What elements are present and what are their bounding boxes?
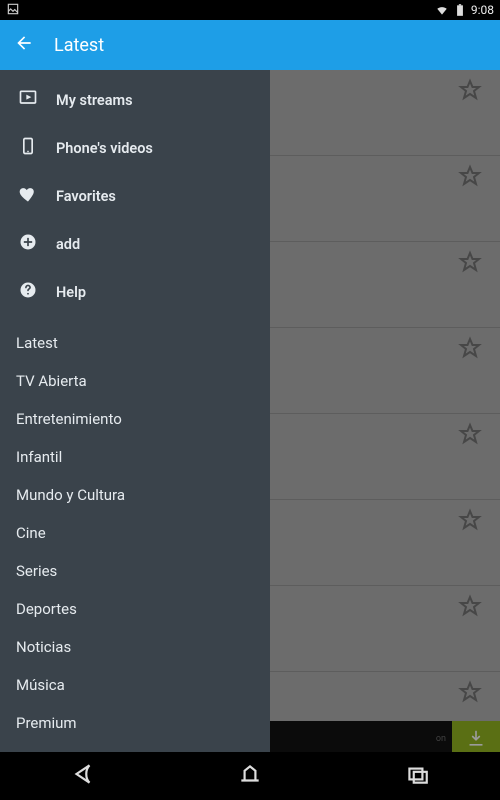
battery-icon [453, 3, 467, 17]
image-icon [6, 2, 20, 16]
category-premium[interactable]: Premium [0, 704, 270, 742]
drawer-item-add[interactable]: add [0, 220, 270, 268]
phone-icon [18, 136, 38, 160]
category-deportes[interactable]: Deportes [0, 590, 270, 628]
category-latest[interactable]: Latest [0, 324, 270, 362]
page-title: Latest [54, 35, 104, 56]
drawer-item-label: My streams [56, 92, 133, 109]
back-nav-icon[interactable] [70, 761, 96, 791]
play-monitor-icon [18, 88, 38, 112]
navigation-drawer: My streams Phone's videos Favorites add Help… [0, 70, 270, 752]
back-icon[interactable] [14, 33, 34, 57]
category-series[interactable]: Series [0, 552, 270, 590]
category-noticias[interactable]: Noticias [0, 628, 270, 666]
drawer-item-label: add [56, 236, 80, 253]
category-cine[interactable]: Cine [0, 514, 270, 552]
drawer-item-phone-s-videos[interactable]: Phone's videos [0, 124, 270, 172]
category-entretenimiento[interactable]: Entretenimiento [0, 400, 270, 438]
category-tv-abierta[interactable]: TV Abierta [0, 362, 270, 400]
heart-icon [18, 184, 38, 208]
drawer-item-label: Phone's videos [56, 140, 153, 157]
drawer-item-label: Help [56, 284, 86, 301]
category-m-sica[interactable]: Música [0, 666, 270, 704]
home-nav-icon[interactable] [237, 761, 263, 791]
plus-circle-icon [18, 232, 38, 256]
status-left [6, 2, 20, 19]
help-icon [18, 280, 38, 304]
drawer-item-my-streams[interactable]: My streams [0, 76, 270, 124]
clock: 9:08 [471, 3, 494, 17]
status-right: 9:08 [435, 3, 494, 17]
drawer-item-help[interactable]: Help [0, 268, 270, 316]
category-infantil[interactable]: Infantil [0, 438, 270, 476]
recent-nav-icon[interactable] [404, 761, 430, 791]
wifi-icon [435, 3, 449, 17]
status-bar: 9:08 [0, 0, 500, 20]
drawer-item-label: Favorites [56, 188, 116, 205]
category-mundo-y-cultura[interactable]: Mundo y Cultura [0, 476, 270, 514]
system-navbar [0, 752, 500, 800]
app-bar: Latest [0, 20, 500, 70]
drawer-item-favorites[interactable]: Favorites [0, 172, 270, 220]
